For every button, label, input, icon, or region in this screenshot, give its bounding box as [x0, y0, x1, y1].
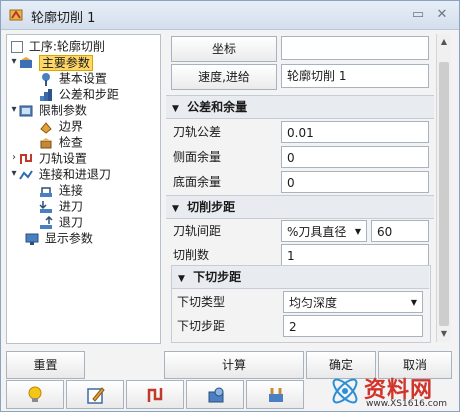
title-bar: 轮廓切削 1 ▭ ✕ [1, 1, 459, 30]
boundary-icon [40, 121, 52, 134]
collapse-icon[interactable]: ▾ [9, 166, 19, 182]
path-spacing-mode-select[interactable]: %刀具直径 ▼ [281, 220, 367, 242]
coord-button[interactable]: 坐标 [171, 36, 277, 62]
toolpath-icon [147, 388, 163, 402]
simulate-button[interactable] [186, 380, 244, 409]
tree-item-link-approach[interactable]: 连接和进退刀 [19, 166, 111, 182]
lightbulb-icon [28, 386, 42, 402]
path-spacing-label: 刀轨间距 [173, 224, 222, 238]
gear-tool-icon [42, 72, 50, 86]
main-params-icon [20, 56, 32, 68]
toolpath-tolerance-input[interactable]: 0.01 [281, 121, 429, 143]
side-allowance-label: 侧面余量 [173, 150, 222, 164]
tree-item-main-params[interactable]: 主要参数 [19, 54, 93, 71]
connect-icon [40, 186, 52, 197]
tolerance-section-header[interactable]: ▼ 公差和余量 [166, 95, 434, 119]
cut-count-label: 切削数 [173, 248, 210, 262]
stepdown-section-header[interactable]: ▼ 下切步距 [172, 266, 429, 289]
tree-item-approach[interactable]: 进刀 [39, 198, 83, 214]
tree-item-limit-params[interactable]: 限制参数 [19, 102, 87, 118]
toolpath-button[interactable] [126, 380, 184, 409]
watermark-logo-icon [332, 378, 358, 404]
scroll-thumb[interactable] [439, 62, 449, 326]
calculate-button[interactable]: 计算 [164, 351, 304, 379]
tree-item-retract[interactable]: 退刀 [39, 214, 83, 230]
check-icon [40, 137, 52, 148]
stepdown-type-select[interactable]: 均匀深度 ▼ [283, 291, 423, 313]
dropdown-arrow-icon: ▼ [410, 298, 417, 307]
collapse-icon: ▼ [172, 204, 179, 214]
edit-button[interactable] [66, 380, 124, 409]
floor-allowance-input[interactable]: 0 [281, 171, 429, 193]
vertical-scrollbar[interactable]: ▲ ▼ [436, 34, 451, 342]
path-spacing-value-input[interactable]: 60 [371, 220, 429, 242]
verify-icon [269, 388, 283, 402]
stepover-section-header[interactable]: ▼ 切削步距 [166, 195, 434, 219]
app-icon [9, 9, 23, 21]
tree-item-check[interactable]: 检查 [39, 134, 83, 150]
tree-item-display-params[interactable]: 显示参数 [25, 230, 93, 246]
tree-item-tolerance-step[interactable]: 公差和步距 [39, 86, 119, 102]
restore-icon[interactable]: ▭ [410, 7, 426, 23]
stepdown-step-input[interactable]: 2 [283, 315, 423, 337]
stepdown-step-label: 下切步距 [177, 319, 226, 333]
collapse-icon: ▼ [172, 104, 179, 114]
collapse-icon: ▼ [178, 274, 185, 284]
cut-count-input[interactable]: 1 [281, 244, 429, 266]
watermark: 资料网 www.XS1616.com [326, 372, 458, 410]
checkbox-icon[interactable] [11, 40, 23, 53]
expand-icon[interactable]: › [9, 150, 19, 166]
tree-item-basic-settings[interactable]: 基本设置 [39, 70, 107, 86]
lightbulb-button[interactable] [6, 380, 64, 409]
verify-button[interactable] [246, 380, 304, 409]
operation-tree: 工序:轮廓切削 ▾ 主要参数 基本设置 公差和步距 ▾ 限制参数 边界 检查 › [6, 34, 161, 344]
reset-button[interactable]: 重置 [6, 351, 85, 379]
toolpath-icon [20, 153, 32, 164]
speed-feed-button[interactable]: 速度,进给 [171, 64, 277, 90]
stepdown-type-label: 下切类型 [177, 295, 226, 309]
window-title: 轮廓切削 1 [31, 11, 96, 26]
dropdown-arrow-icon: ▼ [354, 227, 361, 236]
scroll-up-icon[interactable]: ▲ [437, 36, 451, 48]
simulate-icon [208, 387, 224, 403]
link-icon [19, 169, 33, 180]
tree-item-toolpath-settings[interactable]: 刀轨设置 [19, 150, 87, 166]
watermark-url: www.XS1616.com [366, 399, 447, 409]
edit-icon [87, 387, 105, 404]
floor-allowance-label: 底面余量 [173, 175, 222, 189]
toolpath-tolerance-label: 刀轨公差 [173, 125, 222, 139]
tree-item-link[interactable]: 连接 [39, 182, 83, 198]
side-allowance-input[interactable]: 0 [281, 146, 429, 168]
collapse-icon[interactable]: ▾ [9, 54, 19, 70]
retract-icon [40, 215, 53, 229]
coord-field[interactable] [281, 36, 429, 60]
scroll-down-icon[interactable]: ▼ [437, 328, 451, 340]
tree-item-operation[interactable]: 工序:轮廓切削 [11, 38, 105, 54]
collapse-icon[interactable]: ▾ [9, 102, 19, 118]
dialog-window: 轮廓切削 1 ▭ ✕ 工序:轮廓切削 ▾ 主要参数 基本设置 公差和步距 ▾ 限… [0, 0, 460, 412]
speed-feed-field[interactable]: 轮廓切削 1 [281, 64, 429, 88]
limit-params-icon [19, 105, 33, 116]
close-icon[interactable]: ✕ [434, 7, 450, 23]
approach-icon [39, 200, 52, 213]
tree-item-boundary[interactable]: 边界 [39, 118, 83, 134]
step-icon [40, 88, 52, 101]
display-icon [25, 233, 39, 245]
